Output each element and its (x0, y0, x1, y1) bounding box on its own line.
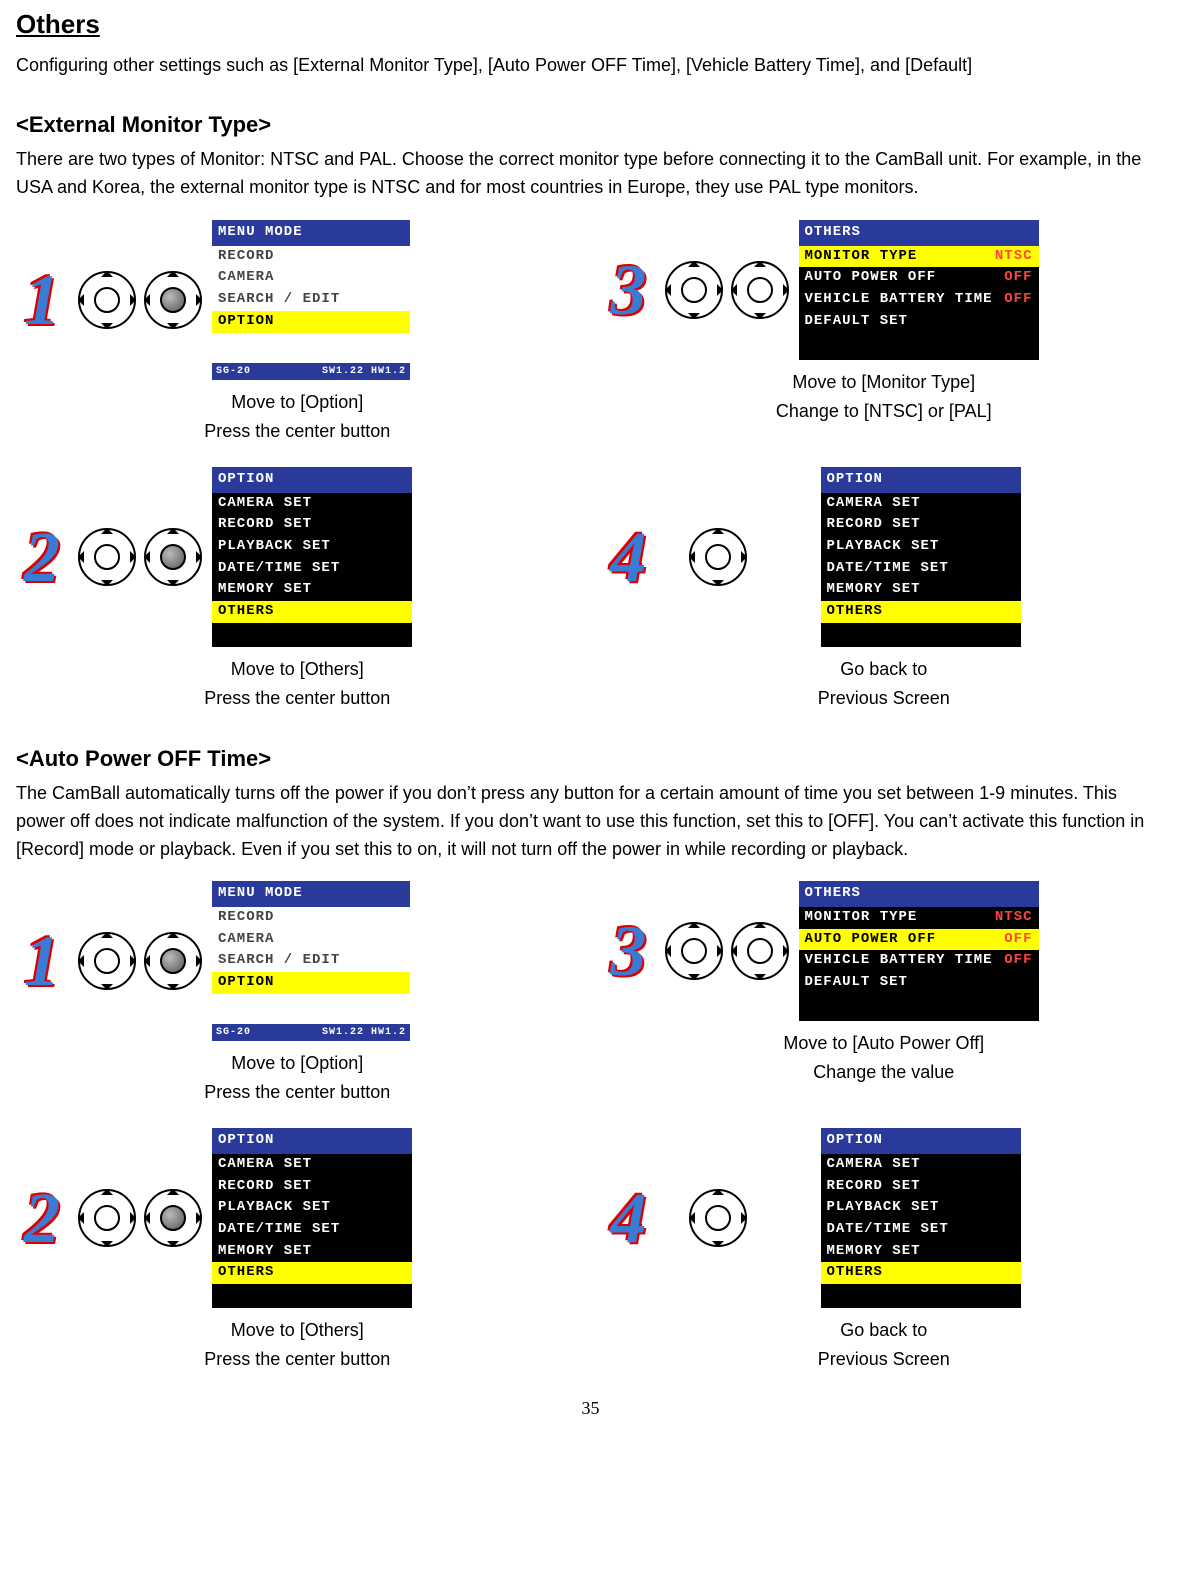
step-1: 1 MENU MODE RECORD CAMERA SEARCH / EDIT … (16, 220, 579, 447)
lcd-menu-mode: MENU MODE RECORD CAMERA SEARCH / EDIT OP… (212, 220, 410, 380)
section1-body: There are two types of Monitor: NTSC and… (16, 146, 1165, 202)
step3-caption-a: Move to [Auto Power Off] (603, 1030, 1166, 1058)
dpad-icon (78, 271, 136, 329)
step-number-4: 4 (603, 1182, 655, 1254)
step1-caption-a: Move to [Option] (16, 389, 579, 417)
step4-caption-b: Previous Screen (603, 685, 1166, 713)
step-3: 3 OTHERS MONITOR TYPENTSC AUTO POWER OFF… (603, 881, 1166, 1108)
step4-caption-a: Go back to (603, 1317, 1166, 1345)
step3-caption-b: Change the value (603, 1059, 1166, 1087)
lcd-option: OPTION CAMERA SET RECORD SET PLAYBACK SE… (212, 467, 412, 647)
dpad-icon (78, 932, 136, 990)
step-number-1: 1 (16, 925, 68, 997)
dpad-icon (78, 528, 136, 586)
lcd-option: OPTION CAMERA SET RECORD SET PLAYBACK SE… (212, 1128, 412, 1308)
dpad-icon (689, 1189, 747, 1247)
step-2: 2 OPTION CAMERA SET RECORD SET PLAYBACK … (16, 467, 579, 714)
step-3: 3 OTHERS MONITOR TYPENTSC AUTO POWER OFF… (603, 220, 1166, 447)
dpad-icon (665, 922, 723, 980)
dpad-icon (665, 261, 723, 319)
step4-caption-a: Go back to (603, 656, 1166, 684)
intro-text: Configuring other settings such as [Exte… (16, 52, 1165, 80)
dpad-icon (78, 1189, 136, 1247)
step1-caption-b: Press the center button (16, 418, 579, 446)
lcd-menu-mode: MENU MODE RECORD CAMERA SEARCH / EDIT OP… (212, 881, 410, 1041)
section2-steps: 1 MENU MODE RECORD CAMERA SEARCH / EDIT … (16, 881, 1165, 1375)
dpad-press-icon (144, 1189, 202, 1247)
step-number-2: 2 (16, 1182, 68, 1254)
step-1: 1 MENU MODE RECORD CAMERA SEARCH / EDIT … (16, 881, 579, 1108)
step-number-4: 4 (603, 521, 655, 593)
lcd-option: OPTION CAMERA SET RECORD SET PLAYBACK SE… (821, 467, 1021, 647)
dpad-press-icon (144, 932, 202, 990)
dpad-icon (689, 528, 747, 586)
step1-caption-b: Press the center button (16, 1079, 579, 1107)
section1-steps: 1 MENU MODE RECORD CAMERA SEARCH / EDIT … (16, 220, 1165, 714)
step-4: 4 OPTION CAMERA SET RECORD SET PLAYBACK … (603, 1128, 1166, 1375)
dpad-press-icon (144, 271, 202, 329)
dpad-icon (731, 261, 789, 319)
step2-caption-b: Press the center button (16, 1346, 579, 1374)
step-number-3: 3 (603, 254, 655, 326)
page-title: Others (16, 4, 1165, 44)
step3-caption-b: Change to [NTSC] or [PAL] (603, 398, 1166, 426)
step3-caption-a: Move to [Monitor Type] (603, 369, 1166, 397)
step-2: 2 OPTION CAMERA SET RECORD SET PLAYBACK … (16, 1128, 579, 1375)
lcd-others-monitor: OTHERS MONITOR TYPENTSC AUTO POWER OFFOF… (799, 220, 1039, 360)
step-number-2: 2 (16, 521, 68, 593)
lcd-option: OPTION CAMERA SET RECORD SET PLAYBACK SE… (821, 1128, 1021, 1308)
step-4: 4 OPTION CAMERA SET RECORD SET PLAYBACK … (603, 467, 1166, 714)
step-number-3: 3 (603, 915, 655, 987)
step1-caption-a: Move to [Option] (16, 1050, 579, 1078)
step2-caption-a: Move to [Others] (16, 1317, 579, 1345)
step-number-1: 1 (16, 264, 68, 336)
dpad-press-icon (144, 528, 202, 586)
section1-heading: <External Monitor Type> (16, 108, 1165, 142)
step2-caption-a: Move to [Others] (16, 656, 579, 684)
page-number: 35 (16, 1395, 1165, 1423)
dpad-icon (731, 922, 789, 980)
step4-caption-b: Previous Screen (603, 1346, 1166, 1374)
step2-caption-b: Press the center button (16, 685, 579, 713)
lcd-others-auto: OTHERS MONITOR TYPENTSC AUTO POWER OFFOF… (799, 881, 1039, 1021)
section2-heading: <Auto Power OFF Time> (16, 742, 1165, 776)
section2-body: The CamBall automatically turns off the … (16, 780, 1165, 864)
